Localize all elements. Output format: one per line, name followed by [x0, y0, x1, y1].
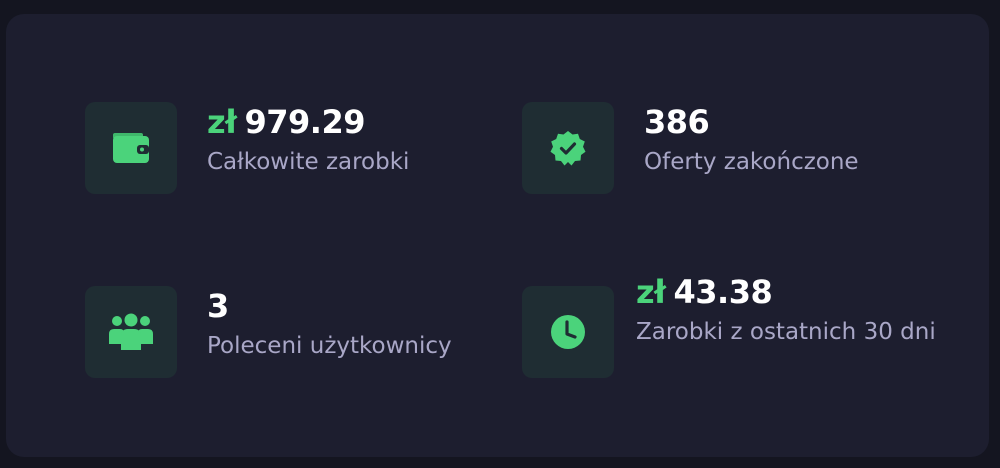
- total-earnings-currency: zł: [207, 103, 237, 141]
- recent-earnings-label: Zarobki z ostatnich 30 dni: [636, 319, 936, 345]
- recent-earnings-currency: zł: [636, 273, 666, 311]
- recent-earnings-value: zł 43.38: [636, 272, 936, 312]
- referred-users-value: 3: [207, 287, 229, 325]
- total-earnings-label: Całkowite zarobki: [207, 149, 410, 175]
- offers-completed-icon-box: [522, 102, 614, 194]
- offers-completed-value: 386: [644, 103, 710, 141]
- offers-completed-label: Oferty zakończone: [644, 149, 859, 175]
- stats-card: zł 979.29 Całkowite zarobki 386 Oferty za…: [6, 14, 989, 457]
- recent-earnings-icon-box: [522, 286, 614, 378]
- stat-total-earnings: zł 979.29 Całkowite zarobki: [85, 102, 409, 194]
- total-earnings-icon-box: [85, 102, 177, 194]
- stat-offers-completed: 386 Oferty zakończone: [522, 102, 859, 194]
- referred-users-icon-box: [85, 286, 177, 378]
- total-earnings-amount: 979.29: [244, 103, 366, 141]
- wallet-icon: [113, 133, 149, 163]
- stat-referred-users: 3 Poleceni użytkownicy: [85, 286, 452, 378]
- clock-icon: [551, 315, 585, 349]
- users-group-icon: [109, 313, 153, 350]
- verified-badge-icon: [550, 131, 586, 166]
- recent-earnings-amount: 43.38: [673, 273, 773, 311]
- stat-recent-earnings: zł 43.38 Zarobki z ostatnich 30 dni: [522, 273, 936, 378]
- total-earnings-value: zł 979.29: [207, 102, 409, 142]
- referred-users-label: Poleceni użytkownicy: [207, 333, 452, 359]
